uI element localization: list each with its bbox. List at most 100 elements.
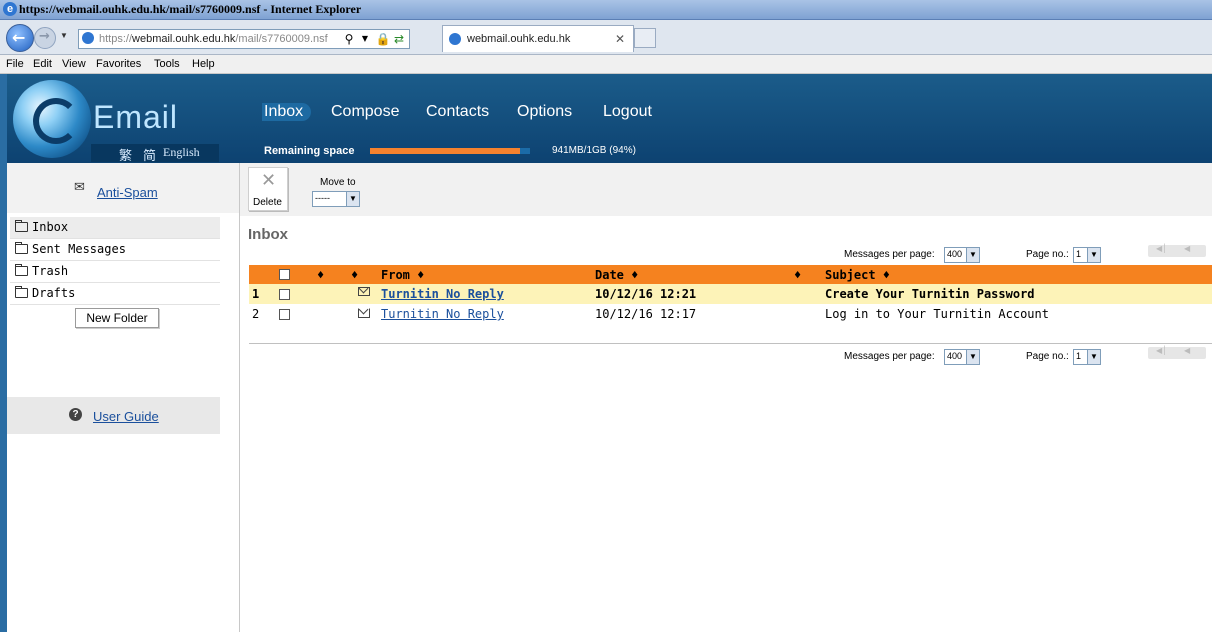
- window-title: https://webmail.ouhk.edu.hk/mail/s776000…: [19, 2, 362, 16]
- row-from-link[interactable]: Turnitin No Reply: [381, 307, 504, 321]
- table-bottom-border: [249, 325, 1212, 344]
- table-row[interactable]: 1 Turnitin No Reply 10/12/16 12:21 Creat…: [249, 284, 1212, 304]
- select-all-checkbox[interactable]: [279, 269, 290, 280]
- nav-compose[interactable]: Compose: [331, 103, 399, 121]
- lang-english[interactable]: English: [163, 145, 200, 160]
- page-no-select[interactable]: 1 ▼: [1073, 247, 1101, 263]
- delete-label: Delete: [253, 197, 282, 208]
- menu-edit[interactable]: Edit: [33, 58, 52, 70]
- page-title: Inbox: [248, 226, 288, 243]
- open-envelope-icon: [358, 308, 370, 318]
- delete-button[interactable]: ✕ Delete: [248, 167, 288, 211]
- lang-simplified[interactable]: 简: [143, 145, 156, 164]
- closed-envelope-icon: [358, 287, 370, 296]
- back-arrow-icon: ←: [12, 28, 26, 47]
- close-tab-icon[interactable]: ✕: [615, 32, 625, 46]
- ie-logo-icon: e: [3, 2, 17, 16]
- column-subject[interactable]: Subject ♦: [825, 268, 890, 282]
- per-page-label: Messages per page:: [844, 351, 935, 362]
- search-icon[interactable]: ⚲: [341, 31, 357, 47]
- first-page-icon[interactable]: ◀│: [1156, 346, 1167, 355]
- menu-help[interactable]: Help: [192, 58, 215, 70]
- per-page-select[interactable]: 400 ▼: [944, 247, 980, 263]
- page-nav-buttons[interactable]: ◀│ ◀: [1148, 244, 1206, 257]
- browser-tab[interactable]: webmail.ouhk.edu.hk ✕: [442, 25, 634, 52]
- forward-arrow-icon: →: [39, 29, 50, 44]
- refresh-icon[interactable]: ⇄: [391, 31, 407, 47]
- folder-label: Sent Messages: [32, 242, 126, 256]
- menu-file[interactable]: File: [6, 58, 24, 70]
- tab-page-icon: [449, 33, 461, 45]
- per-page-value: 400: [947, 351, 963, 361]
- forward-button[interactable]: →: [34, 27, 56, 49]
- new-folder-button[interactable]: New Folder: [75, 308, 159, 328]
- prev-page-icon[interactable]: ◀: [1184, 346, 1190, 355]
- page-nav-buttons[interactable]: ◀│ ◀: [1148, 346, 1206, 359]
- move-to-select[interactable]: ----- ▼: [312, 191, 360, 207]
- message-toolbar: ✕ Delete Move to ----- ▼: [240, 163, 1212, 216]
- nav-contacts[interactable]: Contacts: [426, 103, 489, 121]
- row-from-link[interactable]: Turnitin No Reply: [381, 287, 504, 301]
- row-checkbox[interactable]: [279, 309, 290, 320]
- column-from[interactable]: From ♦: [381, 268, 424, 282]
- nav-inbox[interactable]: Inbox: [262, 103, 312, 121]
- lang-traditional[interactable]: 繁: [119, 145, 132, 164]
- menu-view[interactable]: View: [62, 58, 86, 70]
- address-url: https://webmail.ouhk.edu.hk/mail/s776000…: [99, 33, 328, 45]
- row-subject[interactable]: Create Your Turnitin Password: [825, 287, 1035, 301]
- nav-logout[interactable]: Logout: [603, 103, 652, 121]
- brand-title: Email: [93, 99, 179, 135]
- user-guide-link[interactable]: User Guide: [93, 409, 159, 424]
- address-bar[interactable]: https://webmail.ouhk.edu.hk/mail/s776000…: [78, 29, 410, 49]
- history-dropdown-icon[interactable]: ▼: [60, 31, 68, 40]
- page-no-value: 1: [1076, 249, 1082, 259]
- menu-tools[interactable]: Tools: [154, 58, 180, 70]
- sort-icon[interactable]: ♦: [794, 268, 801, 282]
- table-row[interactable]: 2 Turnitin No Reply 10/12/16 12:17 Log i…: [249, 304, 1212, 324]
- folder-icon: [15, 286, 28, 298]
- new-tab-button[interactable]: [634, 28, 656, 48]
- antispam-link[interactable]: Anti-Spam: [97, 185, 158, 200]
- menu-favorites[interactable]: Favorites: [96, 58, 141, 70]
- row-number: 1: [252, 287, 260, 301]
- back-button[interactable]: ←: [6, 24, 34, 52]
- help-icon: ?: [69, 408, 82, 421]
- sort-icon[interactable]: ♦: [351, 268, 358, 282]
- message-table-header: ♦ ♦ From ♦ Date ♦ ♦ Subject ♦: [249, 265, 1212, 285]
- lock-icon[interactable]: 🔒: [375, 31, 391, 47]
- folder-icon: [15, 242, 28, 254]
- column-date[interactable]: Date ♦: [595, 268, 638, 282]
- row-checkbox[interactable]: [279, 289, 290, 300]
- address-dropdown-icon[interactable]: ▼: [357, 31, 373, 47]
- folder-label: Drafts: [32, 286, 76, 300]
- sort-icon[interactable]: ♦: [317, 268, 324, 282]
- page-no-value: 1: [1076, 351, 1082, 361]
- prev-page-icon[interactable]: ◀: [1184, 244, 1190, 253]
- left-edge-strip: [0, 74, 7, 632]
- remaining-space-label: Remaining space: [264, 145, 355, 157]
- folder-trash[interactable]: Trash: [10, 261, 220, 283]
- menu-bar: File Edit View Favorites Tools Help: [0, 55, 1212, 74]
- tab-title: webmail.ouhk.edu.hk: [467, 33, 571, 45]
- quota-bar: [370, 148, 530, 154]
- page-no-select[interactable]: 1 ▼: [1073, 349, 1101, 365]
- per-page-select[interactable]: 400 ▼: [944, 349, 980, 365]
- quota-bar-fill: [370, 148, 521, 154]
- per-page-label: Messages per page:: [844, 249, 935, 260]
- chevron-down-icon: ▼: [1087, 248, 1100, 262]
- row-subject[interactable]: Log in to Your Turnitin Account: [825, 307, 1049, 321]
- first-page-icon[interactable]: ◀│: [1156, 244, 1167, 253]
- window-title-bar: e https://webmail.ouhk.edu.hk/mail/s7760…: [0, 0, 1212, 20]
- page-icon: [82, 32, 94, 44]
- folder-label: Trash: [32, 264, 69, 278]
- nav-options[interactable]: Options: [517, 103, 572, 121]
- folder-sent-messages[interactable]: Sent Messages: [10, 239, 220, 261]
- page-no-label: Page no.:: [1026, 351, 1069, 362]
- browser-navigation-bar: ← → ▼ https://webmail.ouhk.edu.hk/mail/s…: [0, 20, 1212, 55]
- antispam-section: ✉ Anti-Spam: [7, 163, 239, 213]
- folder-drafts[interactable]: Drafts: [10, 283, 220, 305]
- row-date: 10/12/16 12:17: [595, 307, 697, 321]
- row-date: 10/12/16 12:21: [595, 287, 697, 301]
- folder-inbox[interactable]: Inbox: [10, 217, 220, 239]
- email-header: Email 繁 简 English Inbox Compose Contacts…: [0, 74, 1212, 164]
